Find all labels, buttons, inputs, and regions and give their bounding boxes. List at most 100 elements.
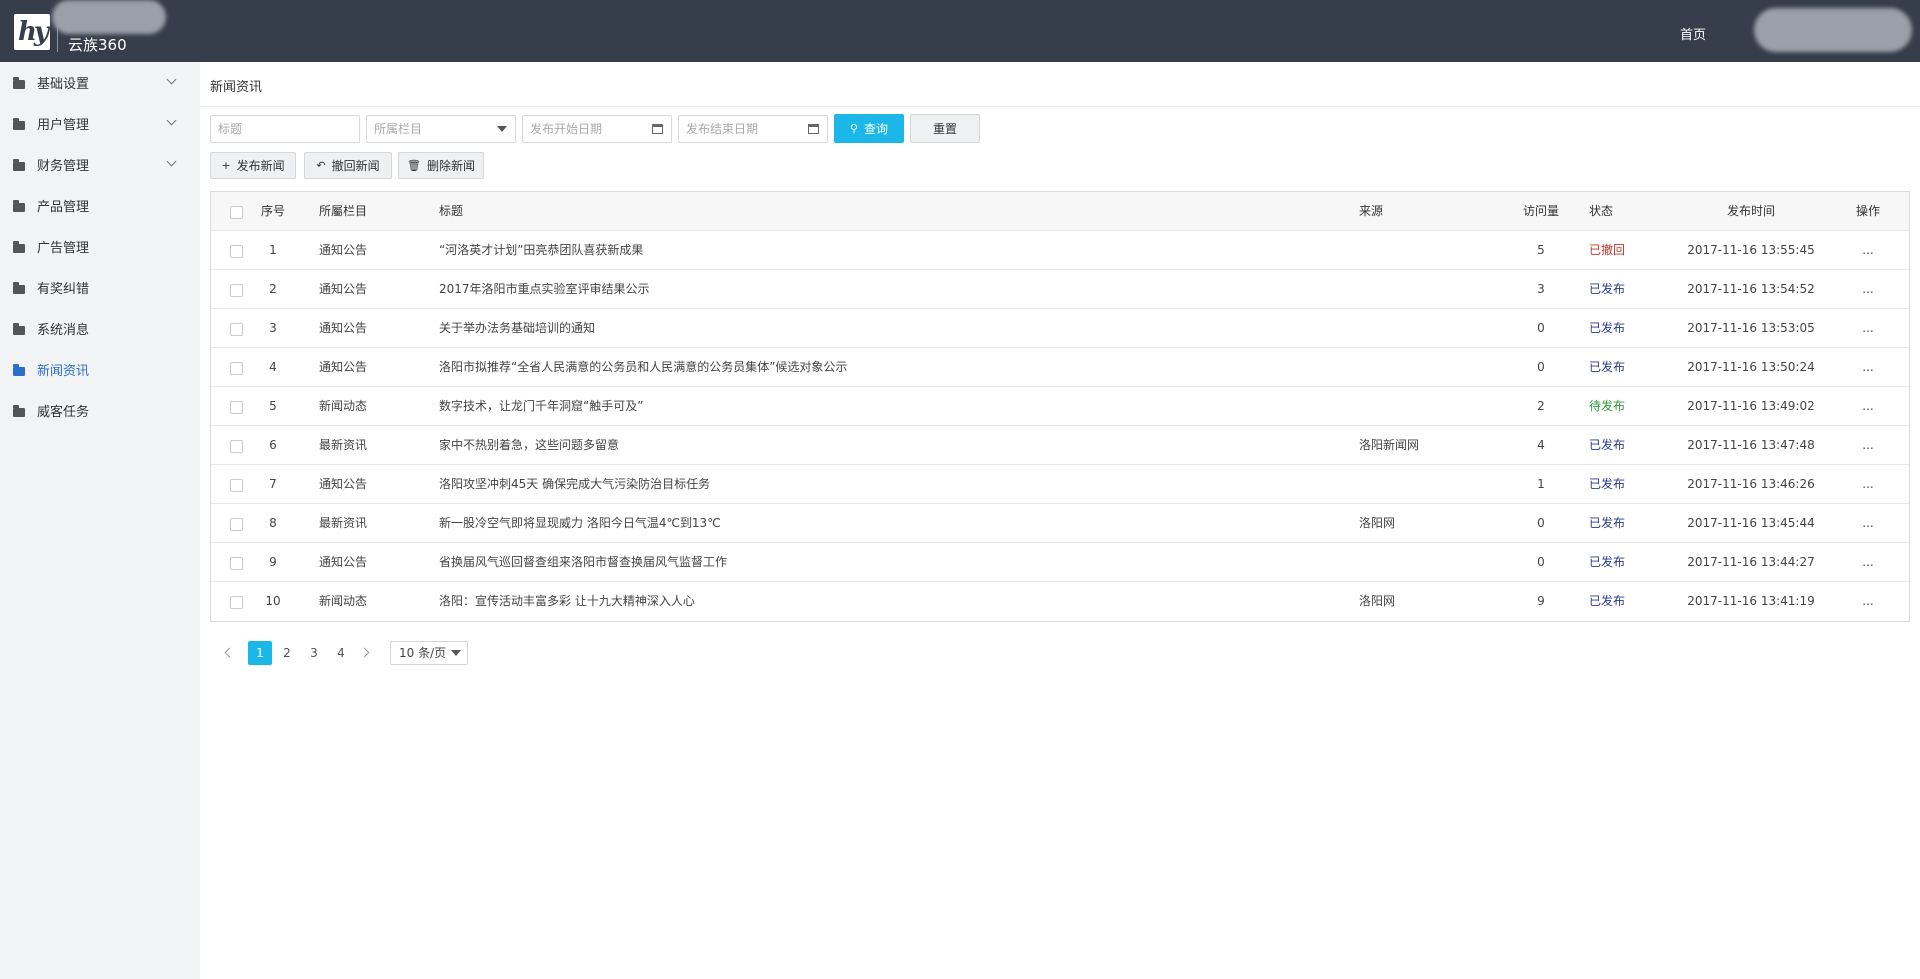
- trash-icon: 🗑: [407, 159, 421, 172]
- sidebar-item-label: 系统消息: [37, 323, 90, 338]
- header-time: 发布时间: [1726, 204, 1775, 218]
- search-button[interactable]: ⚲ 查询: [834, 114, 904, 143]
- category-select[interactable]: 所属栏目: [366, 115, 516, 143]
- row-views: 5: [1537, 243, 1545, 257]
- sidebar-item-system-messages[interactable]: 系统消息: [0, 308, 200, 349]
- row-status: 已发布: [1589, 516, 1626, 530]
- table-row[interactable]: 2 通知公告 2017年洛阳市重点实验室评审结果公示 3 已发布 2017-11-16 1…: [211, 270, 1909, 309]
- row-status: 已撤回: [1589, 243, 1626, 257]
- row-actions[interactable]: ...: [1848, 348, 1888, 387]
- row-category: 通知公告: [319, 243, 368, 257]
- sidebar-item-product-management[interactable]: 产品管理: [0, 185, 200, 226]
- row-checkbox[interactable]: [230, 557, 243, 570]
- row-views: 0: [1537, 321, 1545, 335]
- delete-news-button[interactable]: 🗑 删除新闻: [398, 152, 484, 179]
- row-index: 3: [269, 321, 277, 335]
- sidebar-item-basic-settings[interactable]: 基础设置: [0, 62, 200, 103]
- table-row[interactable]: 6 最新资讯 家中不热别着急，这些问题多留意 洛阳新闻网 4 已发布 2017-11-16 …: [211, 426, 1909, 465]
- sidebar-item-error-reward[interactable]: 有奖纠错: [0, 267, 200, 308]
- row-actions[interactable]: ...: [1848, 231, 1888, 270]
- row-checkbox[interactable]: [230, 596, 243, 609]
- withdraw-news-button[interactable]: ↶ 撤回新闻: [304, 152, 392, 179]
- row-index: 8: [269, 516, 277, 530]
- table-row[interactable]: 4 通知公告 洛阳市拟推荐“全省人民满意的公务员和人民满意的公务员集体”候选对象公示…: [211, 348, 1909, 387]
- sidebar-item-finance-management[interactable]: 财务管理: [0, 144, 200, 185]
- row-category: 通知公告: [319, 360, 368, 374]
- row-checkbox[interactable]: [230, 362, 243, 375]
- row-status: 已发布: [1589, 555, 1626, 569]
- row-checkbox[interactable]: [230, 440, 243, 453]
- row-source: 洛阳网: [1359, 594, 1396, 608]
- row-views: 2: [1537, 399, 1545, 413]
- row-index: 6: [269, 438, 277, 452]
- row-index: 9: [269, 555, 277, 569]
- folder-open-icon: [13, 364, 25, 376]
- row-actions[interactable]: ...: [1848, 504, 1888, 543]
- row-index: 5: [269, 399, 277, 413]
- row-actions[interactable]: ...: [1848, 309, 1888, 348]
- title-input[interactable]: 标题: [210, 115, 360, 143]
- table-row[interactable]: 5 新闻动态 数字技术，让龙门千年洞窟“触手可及” 2 待发布 2017-11-16 13…: [211, 387, 1909, 426]
- row-views: 0: [1537, 516, 1545, 530]
- page-4[interactable]: 4: [329, 641, 353, 665]
- table-row[interactable]: 1 通知公告 “河洛英才计划”田亮恭团队喜获新成果 5 已撤回 2017-11-16 13…: [211, 231, 1909, 270]
- folder-icon: [13, 323, 25, 335]
- prev-page-icon[interactable]: [224, 647, 235, 658]
- row-checkbox[interactable]: [230, 284, 243, 297]
- sidebar-item-witkey-tasks[interactable]: 威客任务: [0, 390, 200, 431]
- row-actions[interactable]: ...: [1848, 465, 1888, 504]
- page-1[interactable]: 1: [248, 641, 272, 665]
- sidebar-item-news[interactable]: 新闻资讯: [0, 349, 200, 390]
- table-row[interactable]: 3 通知公告 关于举办法务基础培训的通知 0 已发布 2017-11-16 13:53:0…: [211, 309, 1909, 348]
- start-date-input[interactable]: 发布开始日期: [522, 115, 672, 143]
- row-time: 2017-11-16 13:47:48: [1687, 438, 1815, 452]
- sidebar-item-label: 威客任务: [37, 405, 90, 420]
- row-index: 1: [269, 243, 277, 257]
- folder-icon: [13, 405, 25, 417]
- blurred-region: [52, 0, 166, 34]
- row-title: 关于举办法务基础培训的通知: [439, 321, 596, 335]
- table-row[interactable]: 10 新闻动态 洛阳：宣传活动丰富多彩 让十九大精神深入人心 洛阳网 9 已发布 2017-…: [211, 582, 1909, 621]
- row-actions[interactable]: ...: [1848, 270, 1888, 309]
- page-size-select[interactable]: 10 条/页: [390, 641, 468, 665]
- row-time: 2017-11-16 13:55:45: [1687, 243, 1815, 257]
- row-index: 2: [269, 282, 277, 296]
- row-checkbox[interactable]: [230, 479, 243, 492]
- user-avatar-blurred[interactable]: [1754, 8, 1912, 52]
- reset-button[interactable]: 重置: [910, 114, 980, 143]
- table-row[interactable]: 8 最新资讯 新一股冷空气即将显现威力 洛阳今日气温4℃到13℃ 洛阳网 0 已发布 201…: [211, 504, 1909, 543]
- header-title: 标题: [439, 204, 464, 218]
- publish-news-button[interactable]: + 发布新闻: [210, 152, 296, 179]
- end-date-input[interactable]: 发布结束日期: [678, 115, 828, 143]
- row-views: 1: [1537, 477, 1545, 491]
- row-checkbox[interactable]: [230, 401, 243, 414]
- withdraw-news-label: 撤回新闻: [331, 159, 380, 173]
- logo[interactable]: hy: [14, 14, 50, 50]
- start-date-placeholder: 发布开始日期: [530, 122, 603, 136]
- row-title: 省换届风气巡回督查组来洛阳市督查换届风气监督工作: [439, 555, 728, 569]
- row-time: 2017-11-16 13:54:52: [1687, 282, 1815, 296]
- row-actions[interactable]: ...: [1848, 543, 1888, 582]
- row-actions[interactable]: ...: [1848, 426, 1888, 465]
- row-title: 数字技术，让龙门千年洞窟“触手可及”: [439, 399, 644, 413]
- select-all-checkbox[interactable]: [230, 206, 243, 219]
- page-2[interactable]: 2: [275, 641, 299, 665]
- table-row[interactable]: 7 通知公告 洛阳攻坚冲刺45天 确保完成大气污染防治目标任务 1 已发布 2017-11…: [211, 465, 1909, 504]
- sidebar-item-ad-management[interactable]: 广告管理: [0, 226, 200, 267]
- title-placeholder: 标题: [218, 122, 243, 136]
- page-3[interactable]: 3: [302, 641, 326, 665]
- row-checkbox[interactable]: [230, 518, 243, 531]
- row-actions[interactable]: ...: [1848, 387, 1888, 426]
- sidebar-item-user-management[interactable]: 用户管理: [0, 103, 200, 144]
- table-row[interactable]: 9 通知公告 省换届风气巡回督查组来洛阳市督查换届风气监督工作 0 已发布 2017-11…: [211, 543, 1909, 582]
- row-index: 7: [269, 477, 277, 491]
- row-actions[interactable]: ...: [1848, 582, 1888, 621]
- next-page-icon[interactable]: [359, 647, 370, 658]
- home-link[interactable]: 首页: [1680, 24, 1706, 43]
- row-status: 已发布: [1589, 594, 1626, 608]
- divider: [200, 106, 1920, 107]
- row-checkbox[interactable]: [230, 323, 243, 336]
- folder-icon: [13, 118, 25, 130]
- row-checkbox[interactable]: [230, 245, 243, 258]
- row-title: 2017年洛阳市重点实验室评审结果公示: [439, 282, 650, 296]
